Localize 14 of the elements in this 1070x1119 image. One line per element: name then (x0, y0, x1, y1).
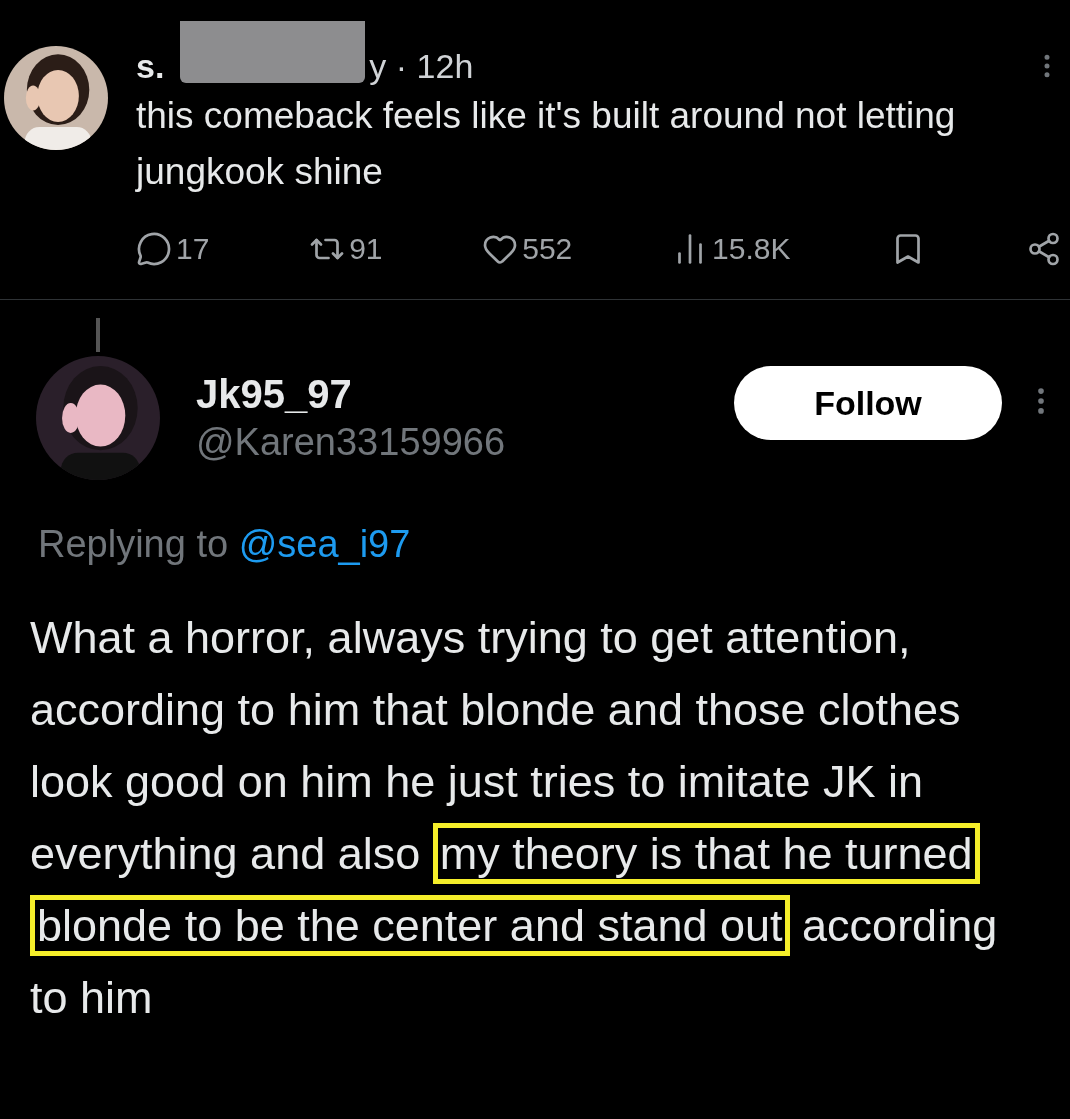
mention-link[interactable]: @sea_i97 (238, 523, 411, 565)
timestamp: y · 12h (369, 46, 474, 86)
action-count: 552 (522, 231, 573, 267)
follow-button[interactable]: Follow (734, 366, 1002, 440)
reply-icon[interactable] (136, 230, 172, 267)
display-name: s. (136, 46, 165, 86)
user-handle: @Karen33159966 (196, 420, 506, 465)
display-name: Jk95_97 (196, 371, 353, 418)
action-count: 91 (349, 231, 383, 267)
tweet-text: this comeback feels like it's built around not letting jungkook shine (136, 94, 957, 194)
action-count: 17 (176, 231, 210, 267)
action-count: 15.8K (712, 231, 791, 267)
replying-to-label: Replying to (38, 523, 230, 565)
reply-text: What a horror, always trying to get attention, according to him that blonde and those clothes look good on him he just tries to imitate JK in everything and also my theory is that he turned blonde to be the center and stand out according to him (29, 611, 999, 1025)
